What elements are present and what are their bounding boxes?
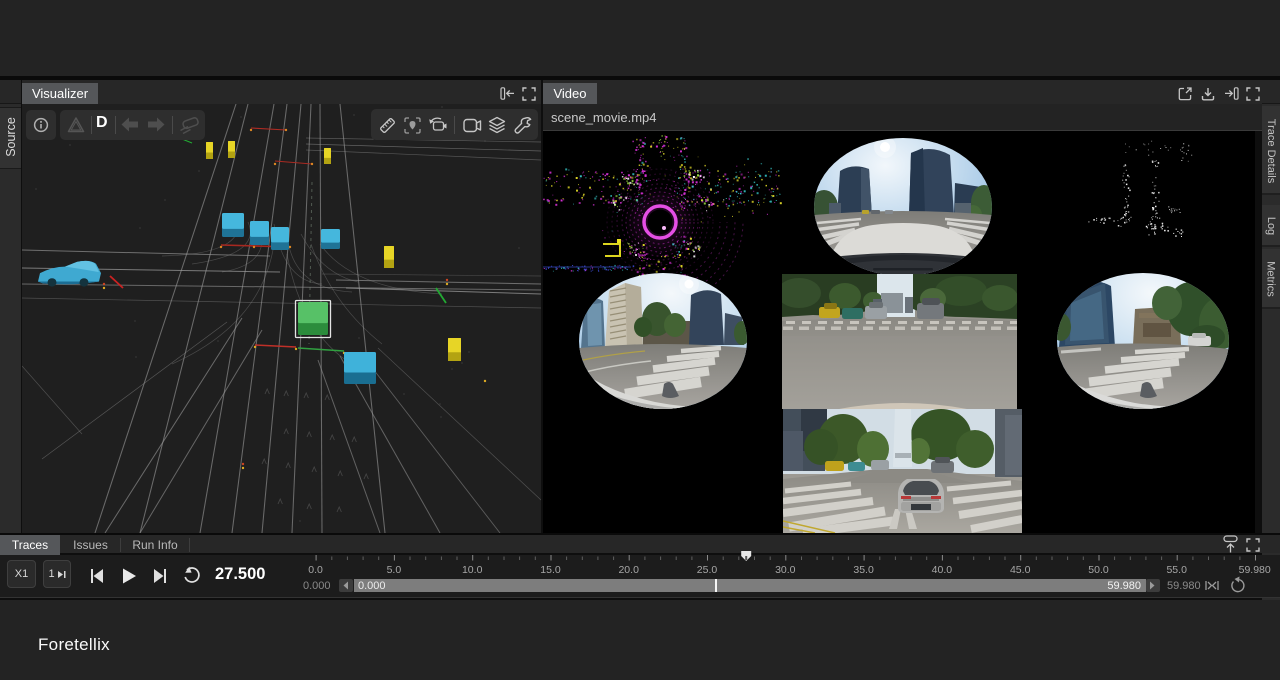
svg-text:25.0: 25.0 [697,564,718,576]
svg-text:59.980: 59.980 [1107,580,1141,592]
svg-text:40.0: 40.0 [932,564,953,576]
svg-text:35.0: 35.0 [853,564,874,576]
svg-text:10.0: 10.0 [462,564,483,576]
svg-text:20.0: 20.0 [618,564,639,576]
svg-text:15.0: 15.0 [540,564,561,576]
svg-text:59.980: 59.980 [1167,580,1201,592]
svg-text:45.0: 45.0 [1010,564,1031,576]
svg-text:0.0: 0.0 [308,564,323,576]
svg-text:0.000: 0.000 [303,580,331,592]
svg-text:5.0: 5.0 [387,564,402,576]
svg-text:0.000: 0.000 [358,580,386,592]
svg-text:50.0: 50.0 [1088,564,1109,576]
svg-text:59.980: 59.980 [1239,564,1271,576]
svg-text:55.0: 55.0 [1166,564,1187,576]
svg-text:30.0: 30.0 [775,564,796,576]
